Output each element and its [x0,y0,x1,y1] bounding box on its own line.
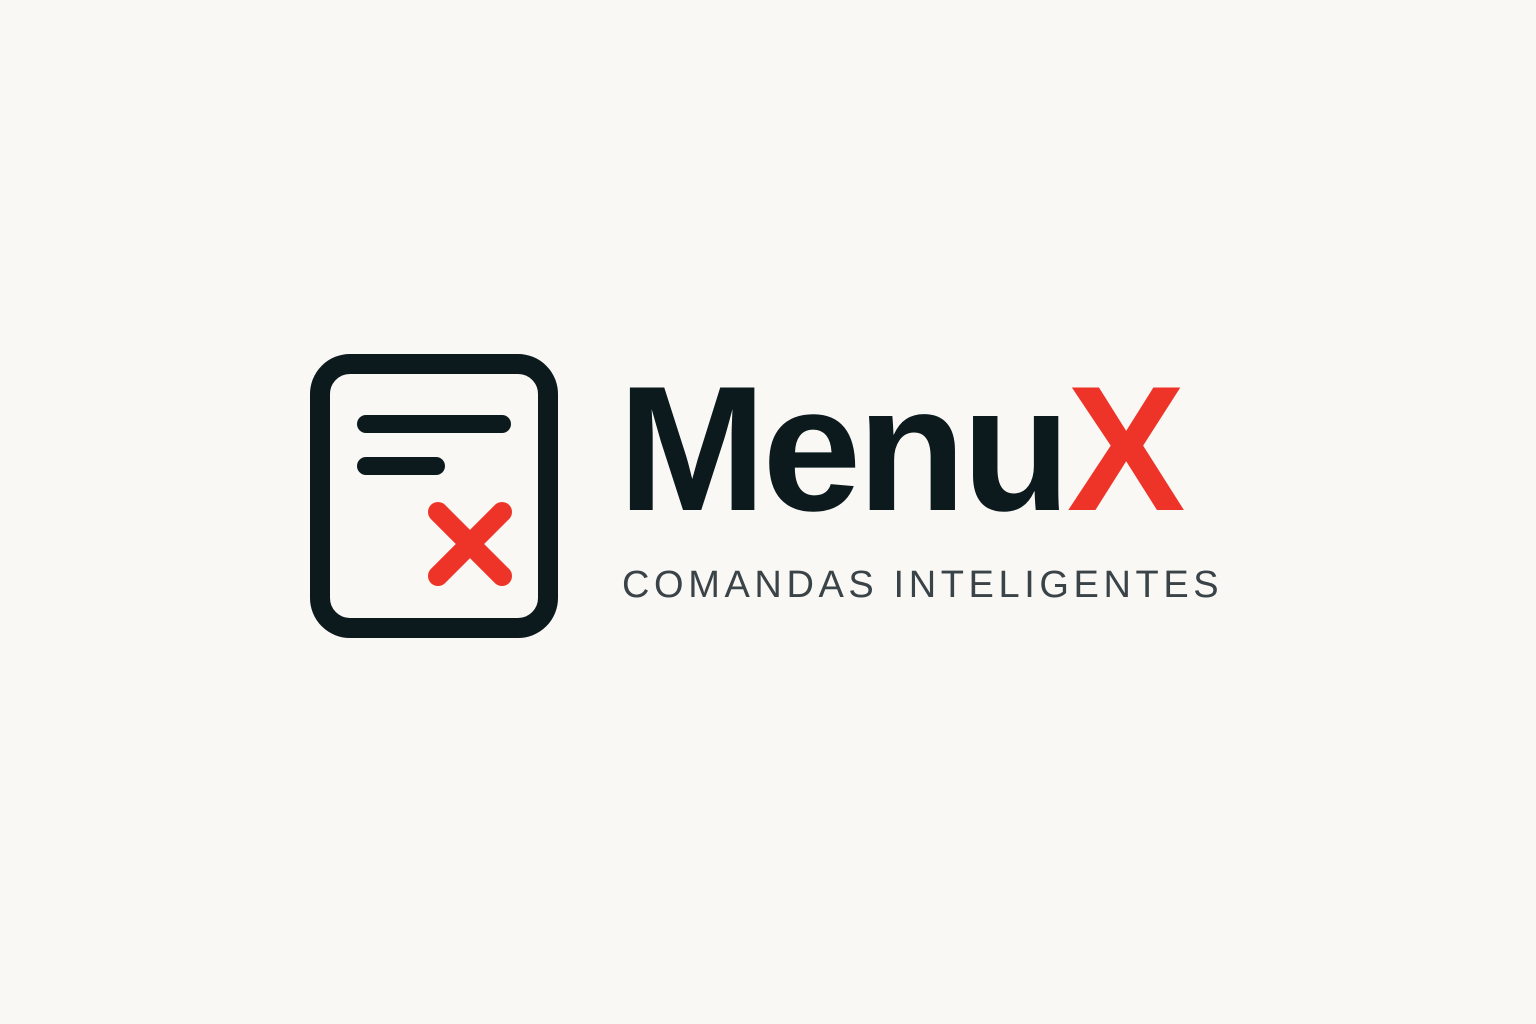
brand-wordmark: MenuX [618,360,1185,538]
brand-tagline: COMANDAS INTELIGENTES [622,564,1224,606]
brand-name-main: Menu [618,349,1071,548]
logo-canvas: MenuX COMANDAS INTELIGENTES [0,0,1536,1024]
ticket-frame [310,354,558,638]
order-ticket-cancel-icon [310,354,558,638]
brand-name-accent: X [1066,349,1186,548]
